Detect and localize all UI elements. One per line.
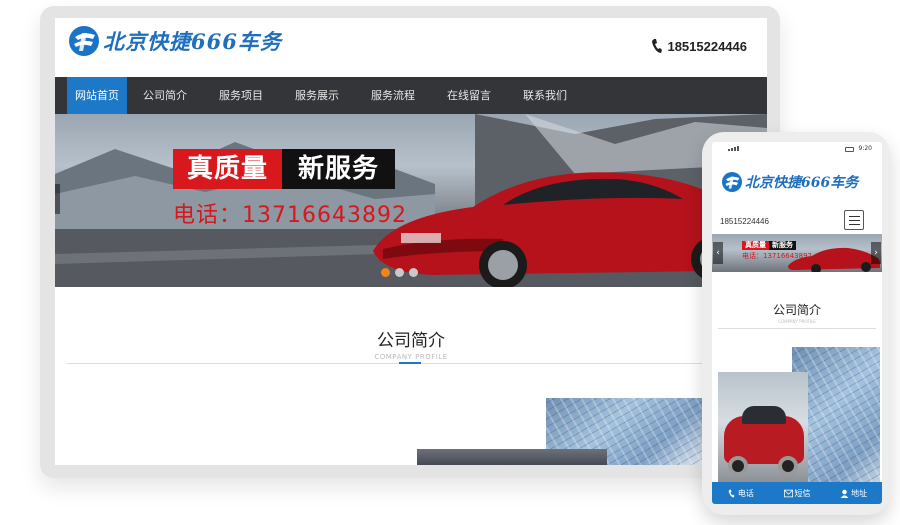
hero-banner[interactable]: 真质量 新服务 电话：13716643892 [55,114,767,287]
nav-item-services[interactable]: 服务项目 [203,77,279,114]
site-logo[interactable]: 北京快捷666车务 [69,26,282,56]
user-icon [840,489,849,498]
banner-dot-2[interactable] [395,268,404,277]
nav-item-contact[interactable]: 联系我们 [507,77,583,114]
main-nav: 网站首页 公司简介 服务项目 服务展示 服务流程 在线留言 联系我们 [55,77,767,114]
mobile-red-car-image [788,247,880,272]
desktop-screen: 北京快捷666车务 18515224446 网站首页 公司简介 服务项目 服务展… [55,18,767,465]
banner-prev-button[interactable] [55,184,60,214]
banner-dot-1[interactable] [381,268,390,277]
mobile-section-subtitle: COMPANY PROFILE [778,319,816,324]
slogan-quality: 真质量 [173,149,283,189]
nav-item-showcase[interactable]: 服务展示 [279,77,355,114]
bottom-bar-address[interactable]: 地址 [825,482,882,504]
mobile-hero-banner[interactable]: 真质量 新服务 电话：13716643892 ‹ › [712,234,882,272]
section-divider-accent [399,362,421,364]
mobile-banner-prev-button[interactable]: ‹ [713,242,723,264]
mobile-car-photo [718,372,808,484]
mobile-section-title: 公司简介 [772,303,821,317]
mobile-status-bar: 9:20 [712,142,882,156]
section-heading-about: 公司简介 COMPANY PROFILE [55,326,767,361]
mail-icon [783,489,793,497]
car-photo [417,449,607,465]
header-phone-number: 18515224446 [667,38,747,54]
header-phone[interactable]: 18515224446 [651,38,747,54]
brand-name: 北京快捷666车务 [103,29,282,54]
status-time: 9:20 [858,145,872,152]
signal-icon [728,146,740,151]
site-header: 北京快捷666车务 18515224446 [55,18,767,77]
bottom-bar-sms-label: 短信 [794,488,811,498]
mobile-brand-name: 北京快捷666车务 [745,175,859,191]
bottom-bar-phone-label: 电话 [737,488,754,498]
mobile-bottom-bar: 电话 短信 地址 [712,482,882,504]
mobile-slogan-quality: 真质量 [742,241,769,250]
hamburger-menu-icon[interactable] [844,210,864,230]
battery-icon [845,147,854,152]
mobile-site-logo[interactable]: 北京快捷666车务 [722,172,858,192]
mobile-banner-next-button[interactable]: › [871,242,881,264]
section-title: 公司简介 [377,331,445,351]
logo-mark-icon [722,172,742,192]
phone-icon [651,38,663,54]
nav-item-home[interactable]: 网站首页 [67,77,127,114]
nav-item-message[interactable]: 在线留言 [431,77,507,114]
nav-item-process[interactable]: 服务流程 [355,77,431,114]
bottom-bar-address-label: 地址 [851,488,868,498]
banner-pagination [381,268,423,277]
phone-icon [728,489,735,497]
bottom-bar-sms[interactable]: 短信 [769,482,826,504]
mobile-section-heading-about: 公司简介 COMPANY PROFILE [712,301,882,324]
mobile-screen: 9:20 北京快捷666车务 18515224446 真质量 新服务 电话：13… [712,142,882,504]
banner-dot-3[interactable] [409,268,418,277]
nav-item-about[interactable]: 公司简介 [127,77,203,114]
mobile-section-divider [718,328,876,329]
section-subtitle: COMPANY PROFILE [374,353,448,361]
mobile-header-phone[interactable]: 18515224446 [720,217,769,226]
logo-mark-icon [69,26,99,56]
bottom-bar-phone[interactable]: 电话 [712,482,769,504]
